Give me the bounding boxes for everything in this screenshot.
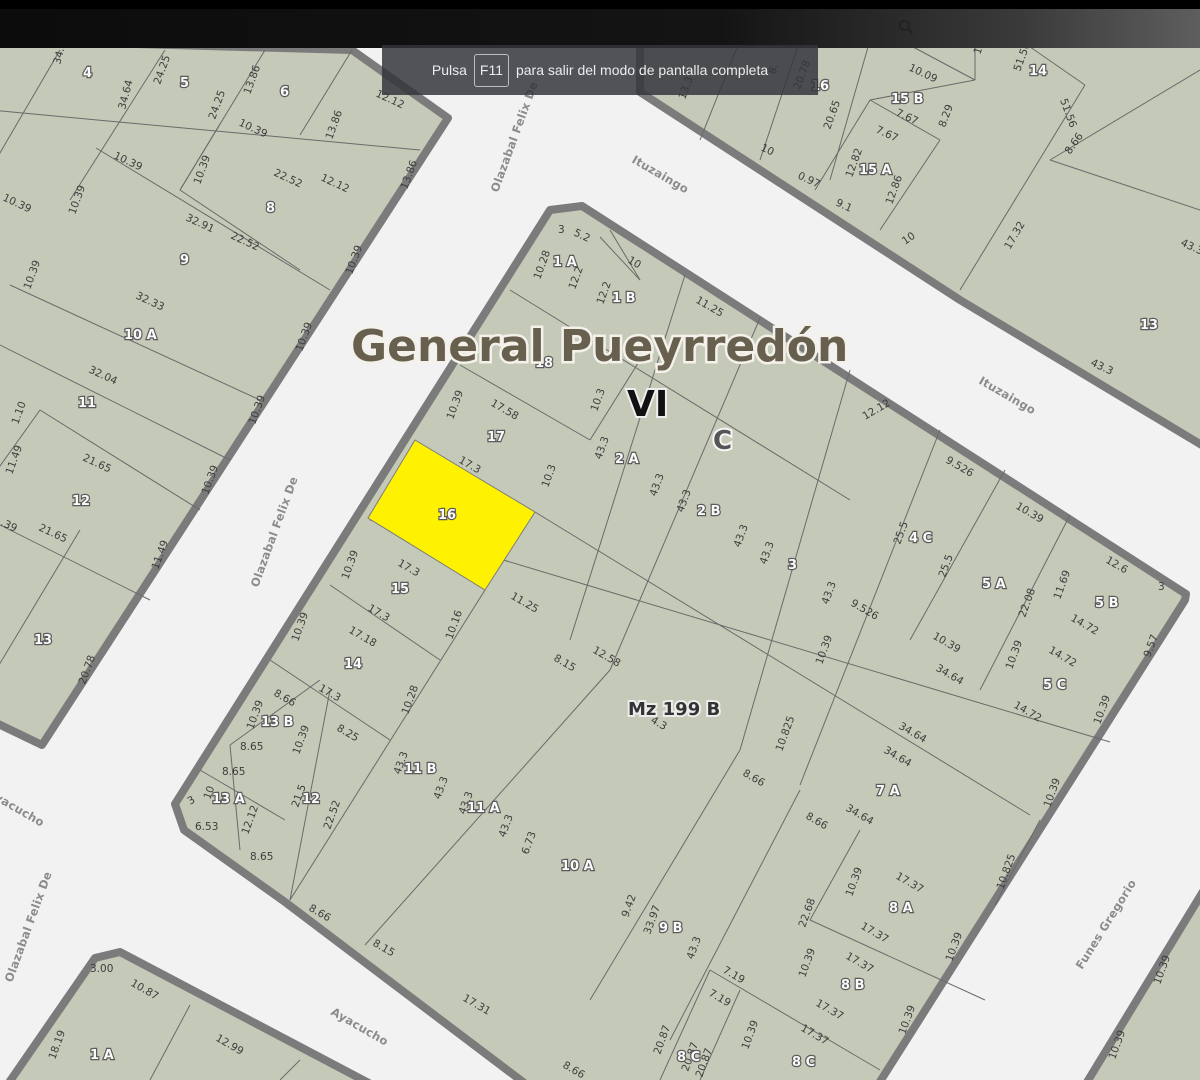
svg-text:2 B: 2 B — [697, 504, 720, 519]
svg-text:15 B: 15 B — [891, 92, 924, 107]
manzana-label: Mz 199 B — [628, 699, 720, 720]
top-strip — [0, 0, 1200, 9]
svg-text:3.00: 3.00 — [90, 963, 113, 975]
svg-text:11: 11 — [78, 396, 96, 411]
svg-text:3: 3 — [1158, 581, 1165, 593]
svg-text:12: 12 — [72, 494, 90, 509]
svg-text:13: 13 — [1140, 318, 1158, 333]
f11-key: F11 — [473, 53, 509, 87]
svg-text:13 B: 13 B — [261, 715, 294, 730]
notice-text-after: para salir del modo de pantalla completa — [515, 62, 769, 78]
svg-text:10 A: 10 A — [124, 328, 157, 343]
city-label: General Pueyrredón — [351, 321, 848, 372]
svg-text:8 C: 8 C — [677, 1050, 700, 1065]
svg-text:5: 5 — [180, 76, 189, 91]
svg-text:14: 14 — [1029, 64, 1047, 79]
svg-text:11 A: 11 A — [467, 801, 500, 816]
svg-text:8.65: 8.65 — [240, 741, 263, 753]
svg-text:8.65: 8.65 — [250, 851, 273, 863]
svg-text:9: 9 — [180, 253, 189, 268]
svg-text:4 C: 4 C — [909, 531, 932, 546]
svg-text:5 B: 5 B — [1095, 596, 1118, 611]
search-button[interactable] — [893, 15, 919, 39]
svg-text:8 C: 8 C — [792, 1055, 815, 1070]
svg-text:3: 3 — [558, 224, 565, 236]
svg-text:8: 8 — [266, 201, 275, 216]
svg-text:7 A: 7 A — [876, 784, 900, 799]
svg-text:11 B: 11 B — [404, 762, 437, 777]
notice-text-before: Pulsa — [431, 62, 467, 78]
fullscreen-notice: Pulsa F11 para salir del modo de pantall… — [382, 45, 818, 95]
svg-text:10 A: 10 A — [561, 859, 594, 874]
svg-text:8 B: 8 B — [841, 978, 864, 993]
svg-text:1 A: 1 A — [90, 1048, 114, 1063]
svg-text:5 C: 5 C — [1043, 678, 1066, 693]
svg-text:13 A: 13 A — [212, 792, 245, 807]
svg-text:15: 15 — [391, 582, 409, 597]
svg-text:4: 4 — [83, 66, 92, 81]
svg-text:15 A: 15 A — [859, 163, 892, 178]
svg-text:8 A: 8 A — [889, 901, 913, 916]
circunscripcion-label: VI — [627, 384, 668, 425]
svg-text:14: 14 — [344, 657, 362, 672]
svg-text:3: 3 — [788, 558, 797, 573]
search-icon — [899, 20, 913, 34]
svg-text:17: 17 — [487, 430, 505, 445]
svg-text:6: 6 — [280, 85, 289, 100]
cadastral-map[interactable]: 34.64 34.64 24.25 24.25 13.86 13.86 12.1… — [0, 0, 1200, 1080]
svg-text:8.65: 8.65 — [222, 766, 245, 778]
svg-text:6.53: 6.53 — [195, 821, 218, 833]
parcel-16-label: 16 — [438, 508, 456, 523]
svg-text:9 B: 9 B — [659, 921, 682, 936]
svg-text:1 A: 1 A — [553, 255, 577, 270]
svg-text:5 A: 5 A — [982, 577, 1006, 592]
svg-text:1 B: 1 B — [612, 291, 635, 306]
browser-top-bar — [0, 0, 1200, 48]
svg-text:2 A: 2 A — [615, 452, 639, 467]
svg-text:12: 12 — [302, 792, 320, 807]
section-label: C — [713, 426, 732, 456]
svg-text:13: 13 — [34, 633, 52, 648]
